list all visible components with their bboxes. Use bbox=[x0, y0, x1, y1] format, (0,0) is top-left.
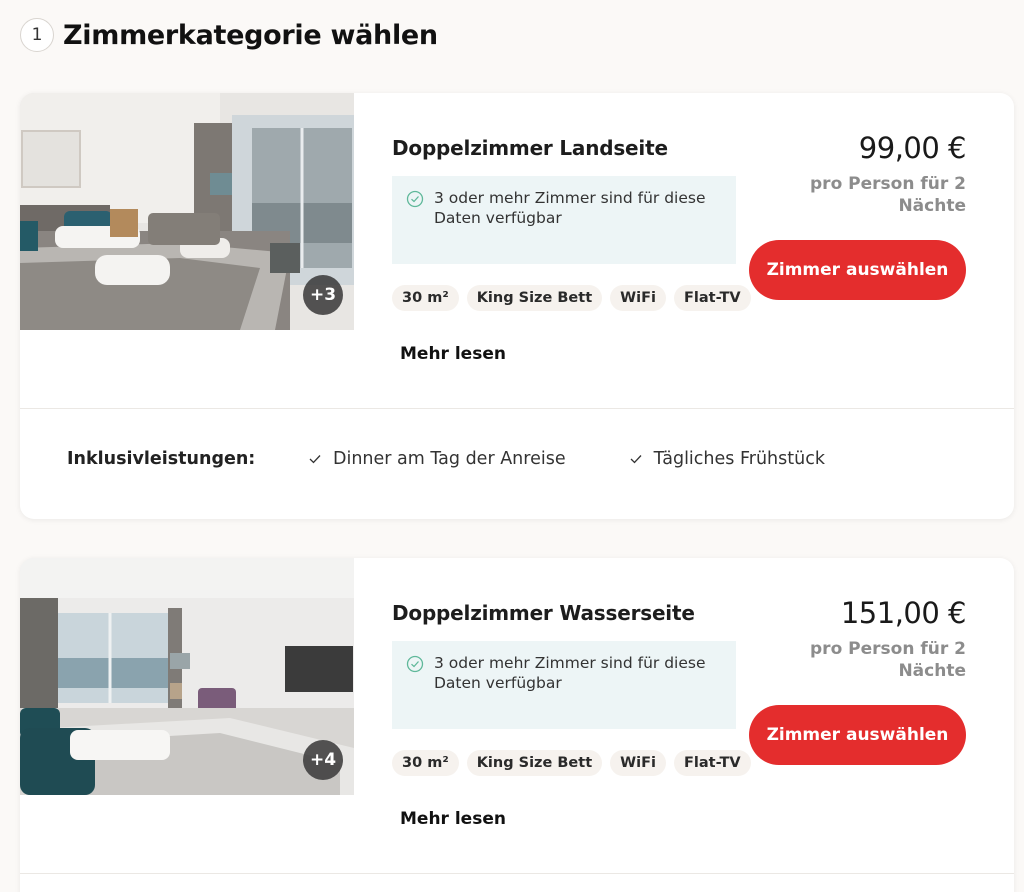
price-unit: pro Person für 2 Nächte bbox=[810, 639, 966, 681]
photo-count-badge[interactable]: +3 bbox=[303, 275, 343, 315]
feature-tag-bed: King Size Bett bbox=[466, 750, 603, 776]
feature-tag-wifi: WiFi bbox=[610, 285, 666, 311]
room-name: Doppelzimmer Landseite bbox=[392, 136, 668, 160]
step-header: 1 Zimmerkategorie wählen bbox=[20, 18, 438, 52]
inclusive-item: Tägliches Frühstück bbox=[630, 449, 825, 469]
feature-tag-bed: King Size Bett bbox=[466, 285, 603, 311]
divider bbox=[20, 873, 1014, 874]
room-card: +3 Doppelzimmer Landseite 3 oder mehr Zi… bbox=[20, 93, 1014, 519]
read-more-link[interactable]: Mehr lesen bbox=[400, 809, 506, 829]
feature-tag-tv: Flat-TV bbox=[673, 285, 751, 311]
select-room-button[interactable]: Zimmer auswählen bbox=[749, 705, 966, 765]
select-room-button[interactable]: Zimmer auswählen bbox=[749, 240, 966, 300]
room-photo[interactable]: +3 bbox=[20, 93, 354, 330]
inclusive-label: Inklusivleistungen: bbox=[67, 449, 256, 469]
inclusive-item-label: Dinner am Tag der Anreise bbox=[333, 449, 566, 469]
step-number-badge: 1 bbox=[20, 18, 54, 52]
check-circle-icon bbox=[406, 655, 424, 673]
inclusive-item: Dinner am Tag der Anreise bbox=[309, 449, 566, 469]
divider bbox=[20, 408, 1014, 409]
price-unit: pro Person für 2 Nächte bbox=[810, 174, 966, 216]
room-card: +4 Doppelzimmer Wasserseite 3 oder mehr … bbox=[20, 558, 1014, 892]
room-price: 99,00 € bbox=[858, 131, 967, 165]
read-more-link[interactable]: Mehr lesen bbox=[400, 344, 506, 364]
room-name: Doppelzimmer Wasserseite bbox=[392, 601, 695, 625]
availability-notice: 3 oder mehr Zimmer sind für diese Daten … bbox=[392, 641, 736, 729]
availability-text: 3 oder mehr Zimmer sind für diese Daten … bbox=[434, 654, 706, 692]
availability-text: 3 oder mehr Zimmer sind für diese Daten … bbox=[434, 189, 706, 227]
feature-tag-wifi: WiFi bbox=[610, 750, 666, 776]
feature-tag-tv: Flat-TV bbox=[673, 750, 751, 776]
check-circle-icon bbox=[406, 190, 424, 208]
room-price: 151,00 € bbox=[840, 596, 967, 630]
inclusive-item-label: Tägliches Frühstück bbox=[653, 449, 825, 469]
checkmark-icon bbox=[309, 455, 321, 464]
photo-count-badge[interactable]: +4 bbox=[303, 740, 343, 780]
availability-notice: 3 oder mehr Zimmer sind für diese Daten … bbox=[392, 176, 736, 264]
room-photo[interactable]: +4 bbox=[20, 558, 354, 795]
inclusive-services: Inklusivleistungen: Dinner am Tag der An… bbox=[67, 449, 889, 469]
room-features: 30 m² King Size Bett WiFi Flat-TV bbox=[392, 285, 751, 311]
feature-tag-size: 30 m² bbox=[392, 285, 459, 311]
step-title: Zimmerkategorie wählen bbox=[63, 19, 438, 51]
feature-tag-size: 30 m² bbox=[392, 750, 459, 776]
room-features: 30 m² King Size Bett WiFi Flat-TV bbox=[392, 750, 751, 776]
checkmark-icon bbox=[630, 455, 642, 464]
